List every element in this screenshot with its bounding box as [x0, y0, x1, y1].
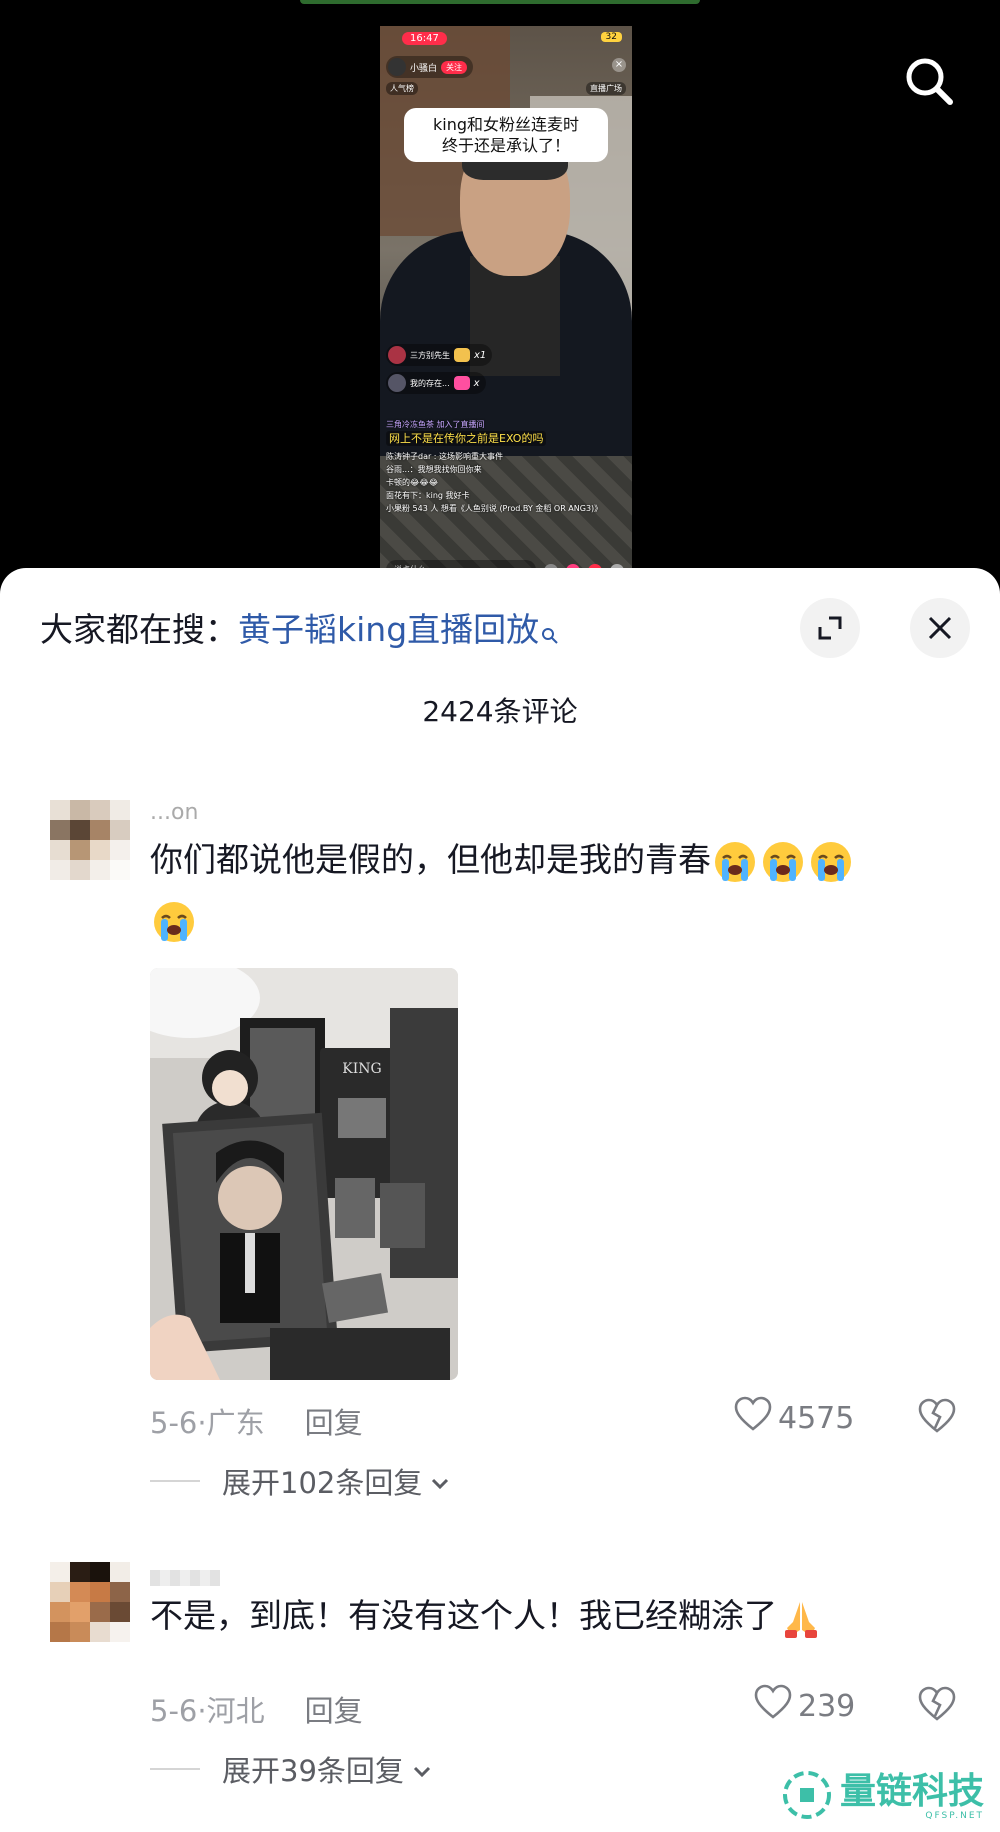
date-location: 5-6·河北 [150, 1694, 265, 1728]
close-icon: × [612, 58, 626, 72]
chat-message: 谷雨...：我想我找你回你来 [386, 465, 482, 474]
chat-message: 陈涛钟子dar : 这场影响重大事件 [386, 452, 504, 461]
comment-text-body: 不是，到底！有没有这个人！我已经糊涂了 [150, 1596, 777, 1635]
watermark-url: QFSP.NET [925, 1811, 985, 1821]
username[interactable]: ...on [150, 800, 198, 825]
close-icon[interactable] [910, 598, 970, 658]
gift-count: x [473, 377, 480, 389]
gift-count: x1 [474, 349, 487, 361]
divider-line [150, 1768, 200, 1770]
caption-line: 终于还是承认了！ [441, 136, 570, 155]
watermark: 量链科技 QFSP.NET [782, 1770, 984, 1824]
gift-notice: 我的存在... x [386, 372, 486, 394]
status-time: 16:47 [402, 32, 447, 45]
loudly-crying-face-icon [152, 900, 196, 944]
video-player[interactable]: 16:47 32 小骚白 关注 × 人气榜 直播广场 king和女粉丝连麦时 终… [0, 0, 1000, 586]
expand-replies[interactable]: 展开39条回复 [150, 1748, 432, 1790]
expand-replies[interactable]: 展开102条回复 [150, 1460, 450, 1502]
chat-message-highlight: 网上不是在传你之前是EXO的吗 [386, 431, 547, 446]
expand-icon[interactable] [800, 598, 860, 658]
ranking-tag: 人气榜 [386, 82, 418, 95]
expand-replies-label: 展开102条回复 [222, 1466, 423, 1500]
comment-count: 2424条评论 [422, 695, 578, 728]
broken-heart-icon[interactable] [918, 1686, 956, 1726]
chat-message: 小果粉 543 人 想看《人鱼别说 (Prod.BY 金稻 OR ANG3)》 [386, 504, 603, 513]
host-avatar [388, 58, 406, 76]
gifter-name: 三方别先生 [410, 350, 450, 360]
chevron-down-icon [412, 1752, 432, 1786]
comment-sheet: 大家都在搜：黄子韬king直播回放 2424条评论 ...on 你们都说他是假的… [0, 568, 1000, 1832]
reply-button[interactable]: 回复 [305, 1406, 363, 1440]
comment-meta: 5-6·广东 回复 [150, 1400, 363, 1442]
comment-text-body: 你们都说他是假的，但他却是我的青春 [150, 840, 711, 879]
live-chat: 三角冷冻鱼茶 加入了直播间 网上不是在传你之前是EXO的吗 陈涛钟子dar : … [386, 418, 626, 515]
date-location: 5-6·广东 [150, 1406, 265, 1440]
watermark-logo-icon [782, 1770, 832, 1824]
chat-message: 卡顿的😂😂😂 [386, 478, 439, 487]
trending-search[interactable]: 大家都在搜：黄子韬king直播回放 [40, 608, 559, 656]
search-icon[interactable] [898, 50, 962, 114]
loudly-crying-face-icon [809, 840, 853, 884]
like-button[interactable]: 4575 [734, 1396, 854, 1440]
loudly-crying-face-icon [713, 840, 757, 884]
comment-text: 不是，到底！有没有这个人！我已经糊涂了 [150, 1586, 950, 1646]
comment-image[interactable]: KING [150, 968, 458, 1380]
loudly-crying-face-icon [761, 840, 805, 884]
broken-heart-icon[interactable] [918, 1398, 956, 1438]
host-info: 小骚白 关注 [386, 56, 474, 78]
card-title: KING [342, 1061, 381, 1077]
gifter-avatar [388, 346, 406, 364]
heart-icon [734, 1396, 772, 1440]
top-indicator [300, 0, 700, 4]
trending-search-keyword[interactable]: 黄子韬king直播回放 [238, 610, 539, 649]
reply-button[interactable]: 回复 [305, 1694, 363, 1728]
chevron-down-icon [430, 1464, 450, 1498]
heart-gift-icon [453, 376, 470, 390]
square-tag: 直播广场 [586, 82, 626, 95]
chat-message: 三角冷冻鱼茶 加入了直播间 [386, 420, 485, 429]
avatar[interactable] [50, 1562, 130, 1642]
heart-icon [754, 1684, 792, 1728]
search-icon [541, 612, 559, 656]
expand-replies-label: 展开39条回复 [222, 1754, 404, 1788]
like-count: 4575 [778, 1400, 855, 1436]
host-name: 小骚白 [410, 63, 438, 74]
comment-meta: 5-6·河北 回复 [150, 1688, 363, 1730]
divider-line [150, 1480, 200, 1482]
livestream-screenshot: 16:47 32 小骚白 关注 × 人气榜 直播广场 king和女粉丝连麦时 终… [380, 26, 632, 586]
watermark-name: 量链科技 [840, 1771, 985, 1812]
beer-gift-icon [454, 348, 470, 362]
like-count: 239 [798, 1688, 856, 1724]
folded-hands-icon [779, 1596, 823, 1640]
username[interactable] [150, 1570, 220, 1586]
chat-message: 面花有下：king 我好卡 [386, 491, 470, 500]
caption-line: king和女粉丝连麦时 [432, 115, 579, 134]
gifter-name: 我的存在... [410, 378, 450, 388]
battery-badge: 32 [600, 32, 622, 42]
trending-search-prefix: 大家都在搜： [40, 610, 238, 649]
avatar[interactable] [50, 800, 130, 880]
like-button[interactable]: 239 [754, 1684, 855, 1728]
gift-notice: 三方别先生 x1 [386, 344, 493, 366]
gifter-avatar [388, 374, 406, 392]
video-caption: king和女粉丝连麦时 终于还是承认了！ [404, 108, 608, 162]
comment-text: 你们都说他是假的，但他却是我的青春 [150, 830, 950, 950]
follow-button: 关注 [441, 60, 468, 74]
